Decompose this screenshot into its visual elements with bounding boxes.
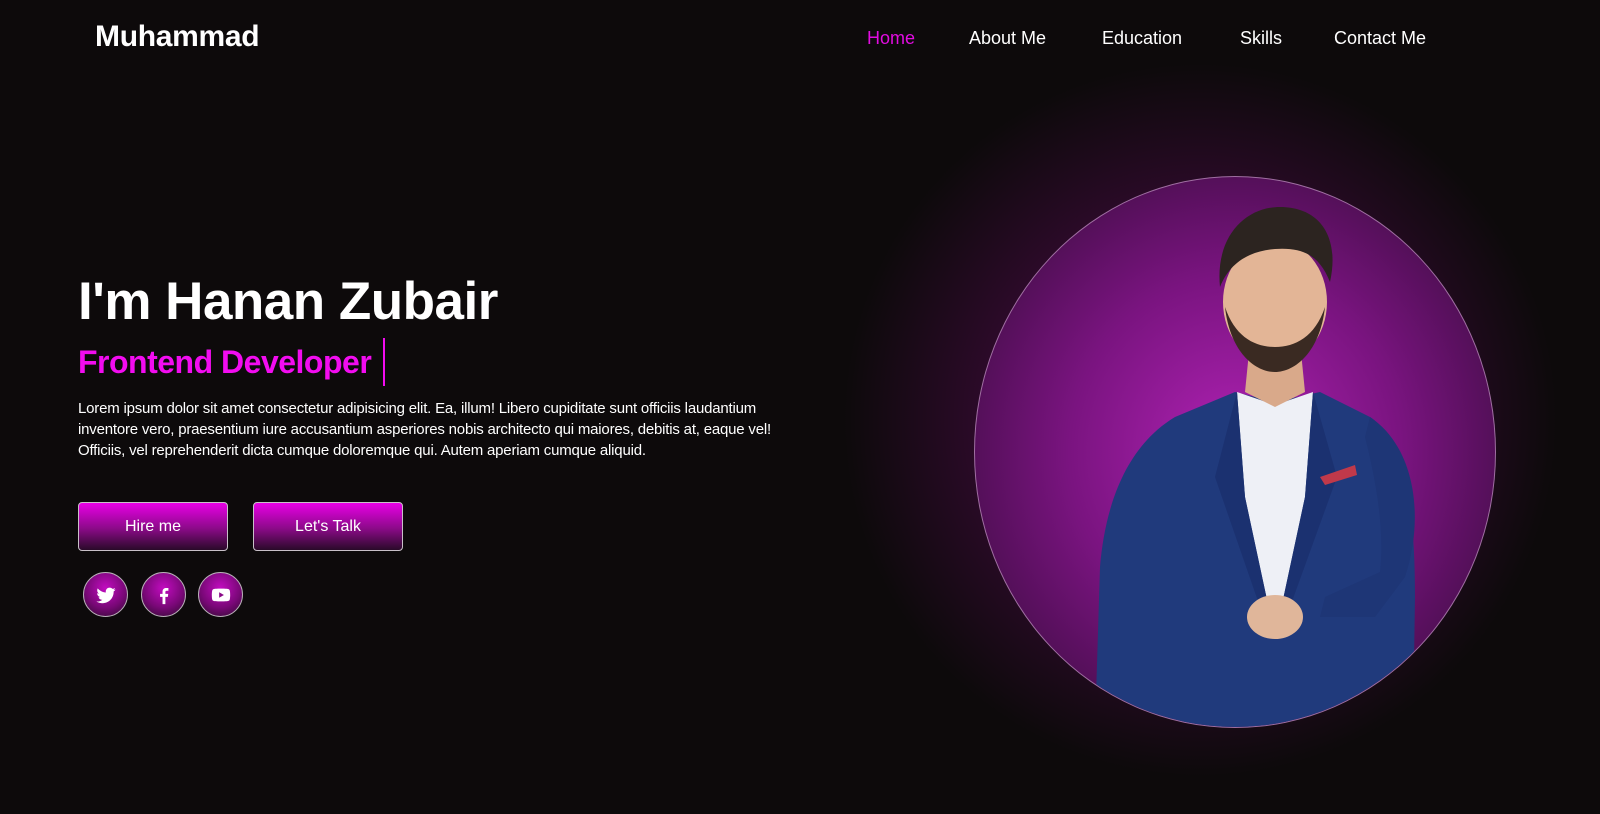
- typing-cursor: [383, 338, 386, 386]
- nav-home[interactable]: Home: [867, 28, 915, 49]
- youtube-icon: [211, 588, 230, 601]
- main-nav: Home About Me Education Skills Contact M…: [0, 28, 1600, 56]
- twitter-icon: [95, 587, 116, 603]
- portrait-frame: [974, 176, 1496, 728]
- nav-contact-me[interactable]: Contact Me: [1334, 28, 1426, 49]
- page: Muhammad Home About Me Education Skills …: [0, 0, 1600, 814]
- youtube-link[interactable]: [198, 572, 243, 617]
- hero-role: Frontend Developer: [78, 343, 372, 380]
- hero-title: I'm Hanan Zubair: [78, 272, 498, 331]
- hero-description: Lorem ipsum dolor sit amet consectetur a…: [78, 400, 771, 459]
- nav-about-me[interactable]: About Me: [969, 28, 1046, 49]
- portrait-image: [1095, 207, 1415, 727]
- twitter-link[interactable]: [83, 572, 128, 617]
- facebook-link[interactable]: [141, 572, 186, 617]
- nav-skills[interactable]: Skills: [1240, 28, 1282, 49]
- hire-me-button[interactable]: Hire me: [78, 502, 228, 551]
- nav-education[interactable]: Education: [1102, 28, 1182, 49]
- hero-role-wrap: Frontend Developer: [78, 338, 386, 386]
- lets-talk-button[interactable]: Let's Talk: [253, 502, 403, 551]
- facebook-icon: [159, 587, 168, 604]
